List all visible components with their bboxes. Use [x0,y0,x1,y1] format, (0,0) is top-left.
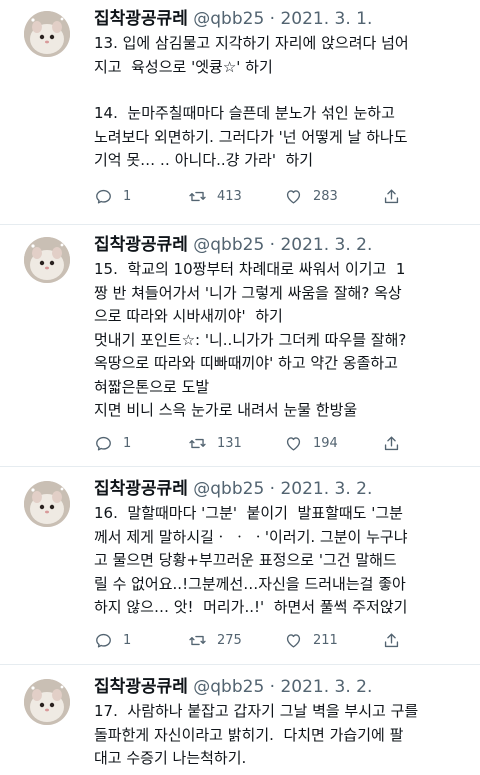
retweet-count: 131 [217,435,242,451]
tweet-paragraph: 17. 사람하나 붙잡고 갑자기 그날 벽을 부시고 구를 돌파한게 자신이라고… [94,702,419,767]
like-button[interactable]: 283 [284,185,338,207]
handle[interactable]: @qbb25 [193,235,264,255]
separator: · [269,235,281,255]
like-button[interactable]: 211 [284,629,338,651]
reply-count: 1 [123,188,132,204]
tweet-header: 집착광공큐레 @qbb25 · 2021. 3. 1. [94,8,372,30]
tweet-header: 집착광공큐레 @qbb25 · 2021. 3. 2. [94,234,372,256]
reply-icon [96,633,111,648]
like-count: 194 [313,435,338,451]
display-name[interactable]: 집착광공큐레 [94,677,188,697]
tweet-paragraph: 14. 눈마주칠때마다 슬픈데 분노가 섞인 눈하고 노려보다 외면하기. 그러… [94,104,408,169]
reply-icon [96,189,111,204]
tweet-header: 집착광공큐레 @qbb25 · 2021. 3. 2. [94,478,372,500]
tweet-text: 15. 학교의 10짱부터 차례대로 싸워서 이기고 1 짱 반 쳐들어가서 '… [94,258,472,423]
heart-icon [286,633,301,648]
retweet-count: 275 [217,632,242,648]
tweet-paragraph: 16. 말할때마다 '그분' 붙이기 발표할때도 '그분 께서 제게 말하시길ㆍ… [94,504,408,616]
share-icon [384,188,399,203]
tweet-paragraph: 13. 입에 삼김물고 지각하기 자리에 앉으려다 넘어 지고 육성으로 '엣큥… [94,34,409,76]
like-count: 283 [313,188,338,204]
like-button[interactable]: 194 [284,432,338,454]
retweet-icon [189,191,206,201]
tweet-date[interactable]: 2021. 3. 2. [280,677,372,697]
handle[interactable]: @qbb25 [193,479,264,499]
divider [0,466,480,467]
tweet-date[interactable]: 2021. 3. 1. [280,9,372,29]
retweet-button[interactable]: 275 [188,629,242,651]
tweet-header: 집착광공큐레 @qbb25 · 2021. 3. 2. [94,676,372,698]
tweet-paragraph: 15. 학교의 10짱부터 차례대로 싸워서 이기고 1 짱 반 쳐들어가서 '… [94,260,407,419]
retweet-button[interactable]: 131 [188,432,242,454]
handle[interactable]: @qbb25 [193,9,264,29]
display-name[interactable]: 집착광공큐레 [94,9,188,29]
share-button[interactable] [382,629,411,651]
separator: · [269,677,281,697]
retweet-button[interactable]: 413 [188,185,242,207]
tweet-2[interactable]: 집착광공큐레 @qbb25 · 2021. 3. 2. 15. 학교의 10짱부… [0,234,480,456]
reply-button[interactable]: 1 [94,432,131,454]
divider [0,664,480,665]
tweet-actions: 1 131 194 [94,432,474,454]
hamster-profile-image [24,237,70,283]
like-count: 211 [313,632,338,648]
share-icon [384,632,399,647]
tweet-1[interactable]: 집착광공큐레 @qbb25 · 2021. 3. 1. 13. 입에 삼김물고 … [0,8,480,215]
tweet-actions: 1 413 283 [94,185,474,207]
divider [0,224,480,225]
heart-icon [286,436,301,451]
tweet-text: 13. 입에 삼김물고 지각하기 자리에 앉으려다 넘어 지고 육성으로 '엣큥… [94,32,472,173]
share-button[interactable] [382,185,411,207]
hamster-profile-image [24,11,70,57]
reply-count: 1 [123,632,132,648]
share-button[interactable] [382,432,411,454]
reply-icon [96,436,111,451]
retweet-count: 413 [217,188,242,204]
tweet-actions: 1 275 211 [94,629,474,651]
tweet-text: 16. 말할때마다 '그분' 붙이기 발표할때도 '그분 께서 제게 말하시길ㆍ… [94,502,472,620]
retweet-icon [189,635,206,645]
hamster-profile-image [24,481,70,527]
separator: · [269,479,281,499]
retweet-icon [189,438,206,448]
heart-icon [286,189,301,204]
avatar[interactable] [24,11,70,57]
display-name[interactable]: 집착광공큐레 [94,235,188,255]
avatar[interactable] [24,237,70,283]
reply-button[interactable]: 1 [94,629,131,651]
tweet-date[interactable]: 2021. 3. 2. [280,479,372,499]
reply-button[interactable]: 1 [94,185,131,207]
tweet-3[interactable]: 집착광공큐레 @qbb25 · 2021. 3. 2. 16. 말할때마다 '그… [0,478,480,658]
handle[interactable]: @qbb25 [193,677,264,697]
tweet-text: 17. 사람하나 붙잡고 갑자기 그날 벽을 부시고 구를 돌파한게 자신이라고… [94,700,472,771]
tweet-4[interactable]: 집착광공큐레 @qbb25 · 2021. 3. 2. 17. 사람하나 붙잡고… [0,676,480,775]
separator: · [269,9,281,29]
avatar[interactable] [24,481,70,527]
share-icon [384,435,399,450]
avatar[interactable] [24,679,70,725]
hamster-profile-image [24,679,70,725]
reply-count: 1 [123,435,132,451]
display-name[interactable]: 집착광공큐레 [94,479,188,499]
tweet-date[interactable]: 2021. 3. 2. [280,235,372,255]
